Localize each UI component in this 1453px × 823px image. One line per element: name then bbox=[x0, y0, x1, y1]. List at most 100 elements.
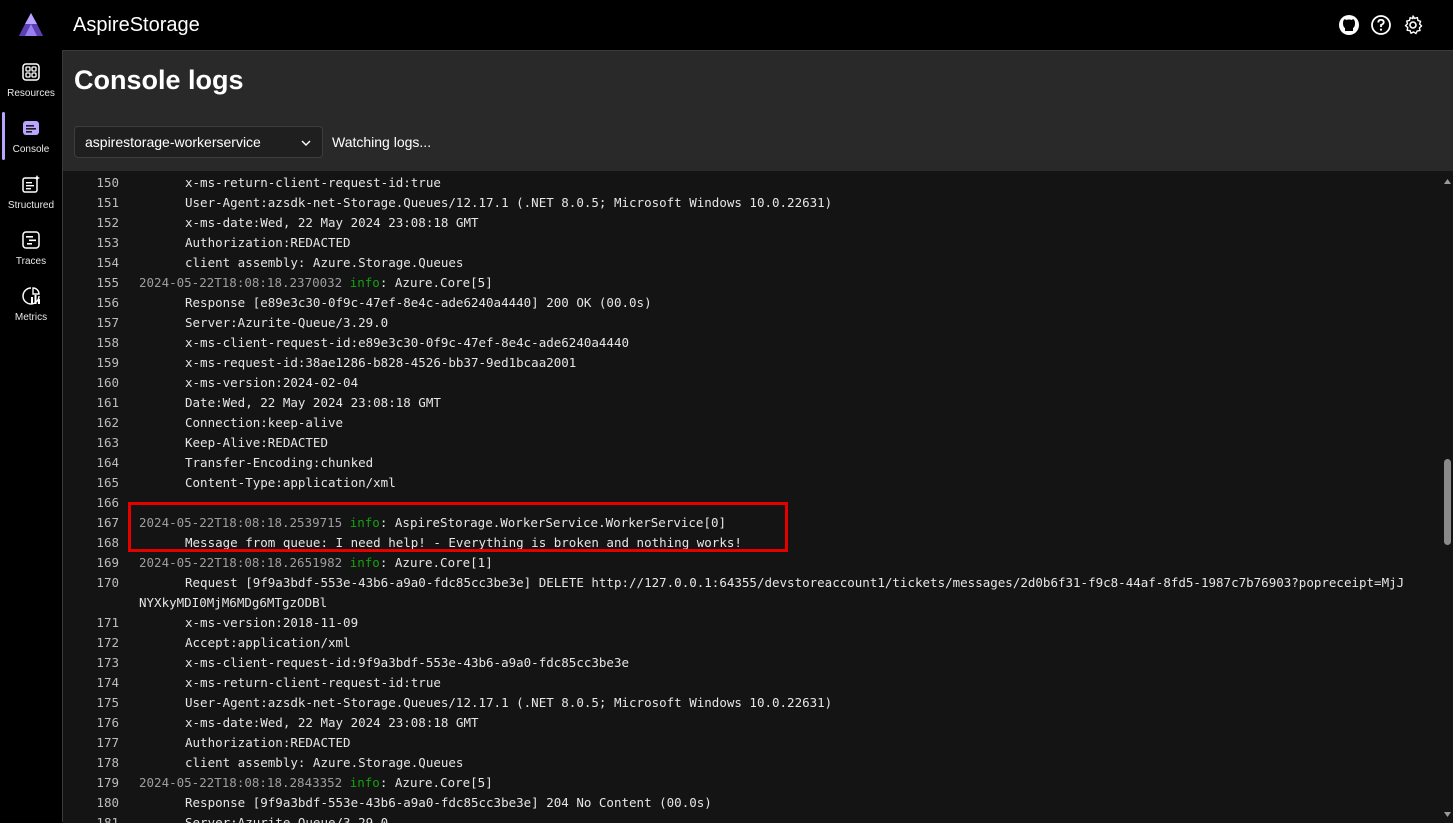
log-line-number: 159 bbox=[96, 355, 119, 370]
log-line-number: 160 bbox=[96, 375, 119, 390]
log-line-number: 164 bbox=[96, 455, 119, 470]
log-line-number: 179 bbox=[96, 775, 119, 790]
log-message: x-ms-date:Wed, 22 May 2024 23:08:18 GMT bbox=[185, 715, 479, 730]
log-line-content: x-ms-client-request-id:e89e3c30-0f9c-47e… bbox=[139, 335, 629, 350]
log-message: x-ms-client-request-id:9f9a3bdf-553e-43b… bbox=[185, 655, 630, 670]
log-line: 155 2024-05-22T18:08:18.2370032 info: Azu… bbox=[63, 273, 1433, 293]
log-line: 152 x-ms-date:Wed, 22 May 2024 23:08:18 G… bbox=[63, 213, 1433, 233]
traces-icon bbox=[22, 231, 40, 249]
log-line: 153 Authorization:REDACTED bbox=[63, 233, 1433, 253]
log-line-number: 161 bbox=[96, 395, 119, 410]
nav-item-structured[interactable]: Structured bbox=[0, 164, 62, 220]
log-line: 151 User-Agent:azsdk-net-Storage.Queues/1… bbox=[63, 193, 1433, 213]
log-line-number: 155 bbox=[96, 275, 119, 290]
log-timestamp: 2024-05-22T18:08:18.2843352 bbox=[139, 775, 343, 790]
log-line: 173 x-ms-client-request-id:9f9a3bdf-553e-… bbox=[63, 653, 1433, 673]
log-line: 174 x-ms-return-client-request-id:true bbox=[63, 673, 1433, 693]
log-line-number: 180 bbox=[96, 795, 119, 810]
log-message: x-ms-version:2018-11-09 bbox=[185, 615, 359, 630]
nav-item-traces[interactable]: Traces bbox=[0, 220, 62, 276]
log-line-number: 173 bbox=[96, 655, 119, 670]
log-line: 169 2024-05-22T18:08:18.2651982 info: Azu… bbox=[63, 553, 1433, 573]
log-line-number: 156 bbox=[96, 295, 119, 310]
help-icon[interactable] bbox=[1370, 14, 1392, 36]
status-text: Watching logs... bbox=[332, 134, 432, 150]
log-line-number: 154 bbox=[96, 255, 119, 270]
log-line: 154 client assembly: Azure.Storage.Queues bbox=[63, 253, 1433, 273]
log-line: 175 User-Agent:azsdk-net-Storage.Queues/1… bbox=[63, 693, 1433, 713]
scroll-up-icon[interactable] bbox=[1443, 177, 1452, 186]
nav-item-metrics[interactable]: Metrics bbox=[0, 276, 62, 332]
log-message: x-ms-date:Wed, 22 May 2024 23:08:18 GMT bbox=[185, 215, 479, 230]
main-panel: Console logs aspirestorage-workerservice… bbox=[62, 50, 1453, 823]
nav-label-traces: Traces bbox=[15, 256, 47, 267]
settings-icon[interactable] bbox=[1402, 14, 1424, 36]
log-line-content: x-ms-return-client-request-id:true bbox=[139, 175, 441, 190]
log-line: 162 Connection:keep-alive bbox=[63, 413, 1433, 433]
log-line-number: 169 bbox=[96, 555, 119, 570]
log-line-number: 177 bbox=[96, 735, 119, 750]
log-viewer[interactable]: 150 x-ms-return-client-request-id:true 151… bbox=[63, 171, 1453, 823]
log-line-number: 176 bbox=[96, 715, 119, 730]
log-line-content: x-ms-version:2018-11-09 bbox=[139, 615, 358, 630]
resource-select-value: aspirestorage-workerservice bbox=[85, 134, 261, 150]
log-line-number: 166 bbox=[96, 495, 119, 510]
log-message: x-ms-request-id:38ae1286-b828-4526-bb37-… bbox=[185, 355, 577, 370]
log-line-number: 157 bbox=[96, 315, 119, 330]
log-line-number: 151 bbox=[96, 195, 119, 210]
log-line: NYXkyMDI0MjM6MDg6MTgzODBl bbox=[63, 593, 1433, 613]
log-lines: 150 x-ms-return-client-request-id:true 151… bbox=[63, 173, 1433, 823]
log-line-content: 2024-05-22T18:08:18.2370032 info: Azure.… bbox=[139, 275, 493, 290]
log-line-content: x-ms-date:Wed, 22 May 2024 23:08:18 GMT bbox=[139, 715, 479, 730]
log-line-content: Authorization:REDACTED bbox=[139, 735, 351, 750]
log-line-number: 150 bbox=[96, 175, 119, 190]
log-line: 178 client assembly: Azure.Storage.Queues bbox=[63, 753, 1433, 773]
log-message bbox=[139, 495, 185, 510]
nav-item-resources[interactable]: Resources bbox=[0, 52, 62, 108]
log-message: User-Agent:azsdk-net-Storage.Queues/12.1… bbox=[185, 695, 833, 710]
page-title: Console logs bbox=[74, 65, 244, 95]
log-message: Content-Type:application/xml bbox=[185, 475, 396, 490]
nav-item-console[interactable]: Console bbox=[0, 108, 62, 164]
log-line: 180 Response [9f9a3bdf-553e-43b6-a9a0-fdc… bbox=[63, 793, 1433, 813]
log-message: x-ms-client-request-id:e89e3c30-0f9c-47e… bbox=[185, 335, 630, 350]
log-line-content: User-Agent:azsdk-net-Storage.Queues/12.1… bbox=[139, 695, 832, 710]
log-line-content: Message from queue: I need help! - Every… bbox=[139, 535, 742, 550]
log-message: User-Agent:azsdk-net-Storage.Queues/12.1… bbox=[185, 195, 833, 210]
nav-label-console: Console bbox=[12, 144, 50, 155]
log-line: 166 bbox=[63, 493, 1433, 513]
scrollbar[interactable] bbox=[1441, 171, 1453, 823]
log-line-number: 174 bbox=[96, 675, 119, 690]
log-line: 161 Date:Wed, 22 May 2024 23:08:18 GMT bbox=[63, 393, 1433, 413]
log-message: Authorization:REDACTED bbox=[185, 735, 351, 750]
log-line-content bbox=[139, 495, 185, 510]
nav-label-resources: Resources bbox=[7, 88, 55, 99]
log-line-content: Transfer-Encoding:chunked bbox=[139, 455, 373, 470]
resource-select[interactable]: aspirestorage-workerservice bbox=[74, 126, 323, 158]
log-level: info bbox=[349, 515, 380, 530]
log-line-content: 2024-05-22T18:08:18.2843352 info: Azure.… bbox=[139, 775, 493, 790]
top-bar: AspireStorage bbox=[0, 0, 1453, 50]
log-line-number: 167 bbox=[96, 515, 119, 530]
scroll-down-icon[interactable] bbox=[1443, 810, 1452, 819]
log-line-content: Keep-Alive:REDACTED bbox=[139, 435, 328, 450]
log-line-content: x-ms-request-id:38ae1286-b828-4526-bb37-… bbox=[139, 355, 576, 370]
log-line-content: x-ms-return-client-request-id:true bbox=[139, 675, 441, 690]
scroll-thumb[interactable] bbox=[1444, 459, 1451, 545]
log-message: x-ms-return-client-request-id:true bbox=[185, 175, 441, 190]
log-line-content: Accept:application/xml bbox=[139, 635, 351, 650]
log-line: 150 x-ms-return-client-request-id:true bbox=[63, 173, 1433, 193]
log-line: 176 x-ms-date:Wed, 22 May 2024 23:08:18 G… bbox=[63, 713, 1433, 733]
log-line: 156 Response [e89e3c30-0f9c-47ef-8e4c-ade… bbox=[63, 293, 1433, 313]
log-line: 168 Message from queue: I need help! - Ev… bbox=[63, 533, 1433, 553]
log-line: 163 Keep-Alive:REDACTED bbox=[63, 433, 1433, 453]
log-timestamp: 2024-05-22T18:08:18.2539715 bbox=[139, 515, 343, 530]
log-line-number: 175 bbox=[96, 695, 119, 710]
log-line-content: x-ms-version:2024-02-04 bbox=[139, 375, 358, 390]
nav-label-structured: Structured bbox=[7, 200, 55, 211]
log-message: : Azure.Core[1] bbox=[379, 555, 493, 570]
log-line-content: x-ms-client-request-id:9f9a3bdf-553e-43b… bbox=[139, 655, 629, 670]
github-icon[interactable] bbox=[1338, 14, 1360, 36]
log-line: 171 x-ms-version:2018-11-09 bbox=[63, 613, 1433, 633]
aspire-logo-icon[interactable] bbox=[18, 12, 44, 38]
